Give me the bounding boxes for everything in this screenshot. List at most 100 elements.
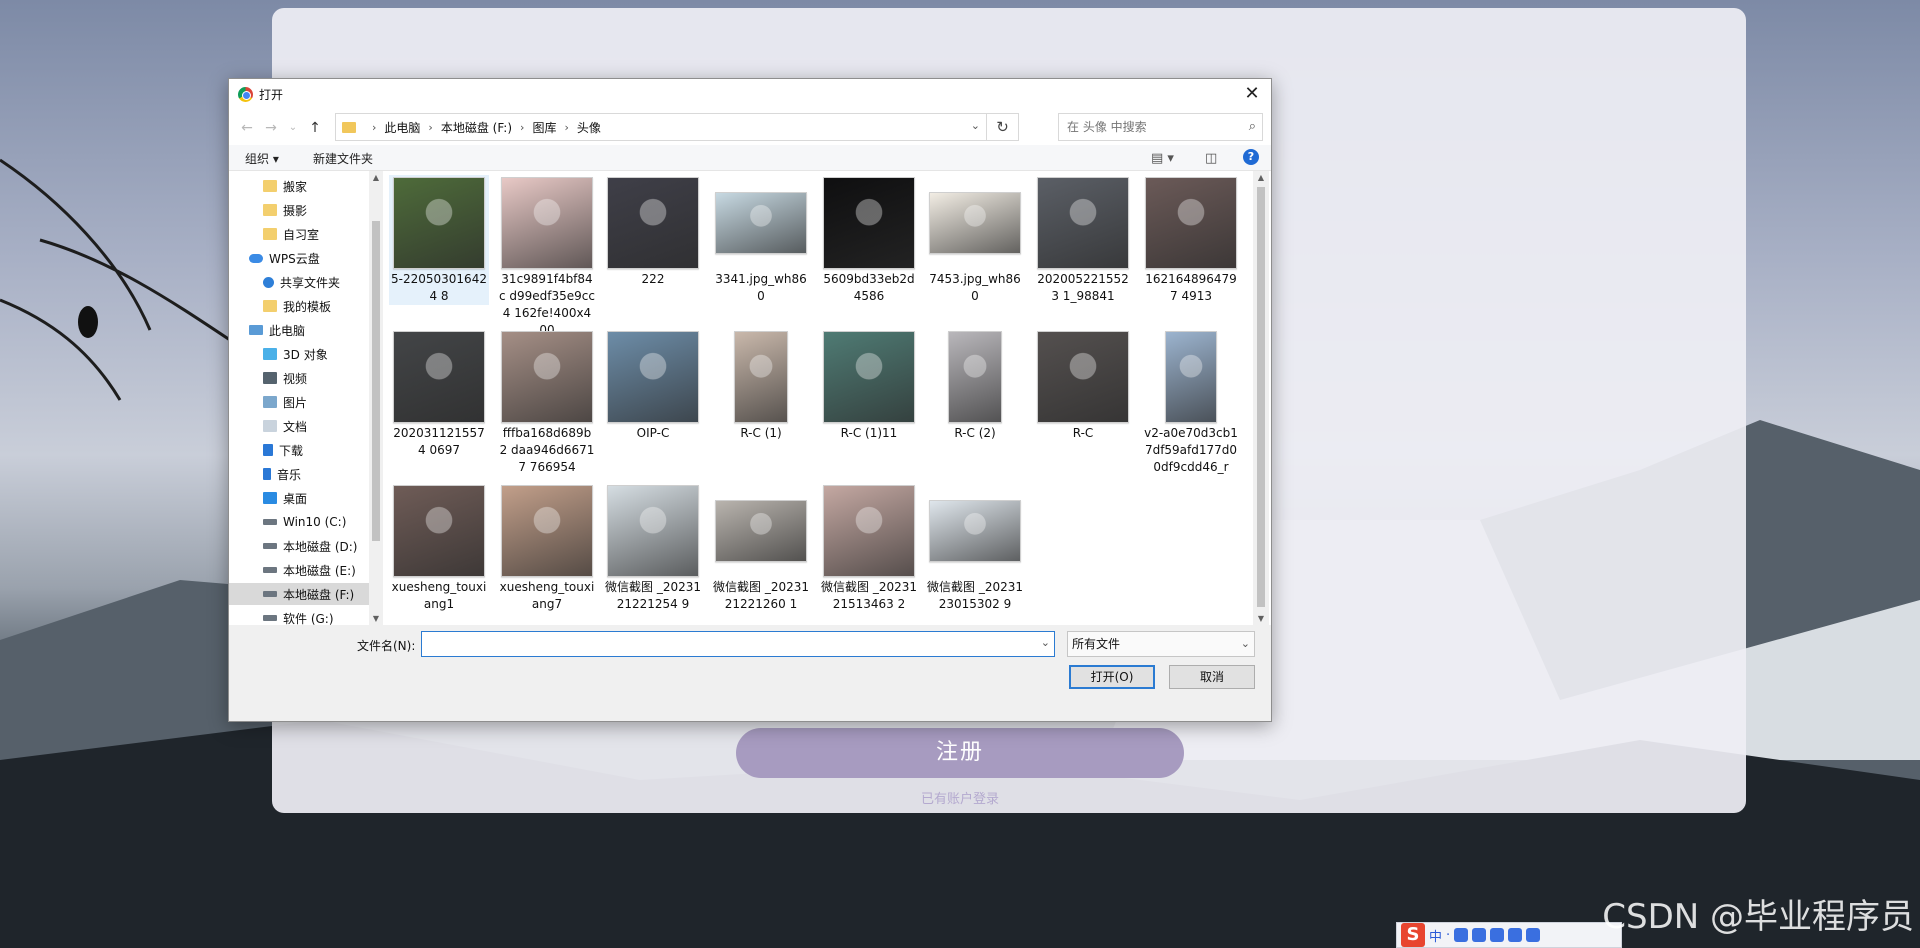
file-item[interactable]: 微信截图 _2023121513463 2 [819, 483, 919, 613]
sidebar-item[interactable]: 本地磁盘 (E:) [229, 559, 369, 581]
sidebar-item[interactable]: 图片 [229, 391, 369, 413]
file-thumbnail-frame [925, 329, 1025, 425]
register-button[interactable]: 注册 [736, 728, 1184, 778]
search-icon[interactable]: ⌕ [1249, 119, 1256, 134]
file-item[interactable]: 222 [603, 175, 703, 288]
organize-button[interactable]: 组织 ▾ [245, 150, 279, 167]
file-item[interactable]: 3341.jpg_wh860 [711, 175, 811, 305]
scroll-down-icon[interactable]: ▼ [1254, 614, 1268, 623]
chevron-down-icon[interactable]: ⌄ [1241, 632, 1250, 656]
file-item[interactable]: 微信截图 _2023121221254 9 [603, 483, 703, 613]
sidebar-item[interactable]: Win10 (C:) [229, 511, 369, 533]
file-list-scrollbar[interactable]: ▲ ▼ [1253, 171, 1269, 625]
new-folder-button[interactable]: 新建文件夹 [313, 150, 373, 167]
sidebar-item[interactable]: 本地磁盘 (F:) [229, 583, 369, 605]
back-arrow-icon[interactable]: ← [237, 117, 257, 139]
chrome-icon [238, 86, 253, 102]
ime-mode[interactable]: 中 [1429, 926, 1442, 945]
file-item[interactable]: v2-a0e70d3cb1 7df59afd177d0 0df9cdd46_r [1141, 329, 1241, 476]
sidebar-item[interactable]: 此电脑 [229, 319, 369, 341]
file-item[interactable]: 2020052215523 1_98841 [1033, 175, 1133, 305]
sogou-logo-icon[interactable]: S [1401, 923, 1425, 947]
file-name: 2020311215574 0697 [393, 426, 485, 457]
sidebar-item[interactable]: 文档 [229, 415, 369, 437]
file-name: 3341.jpg_wh860 [715, 272, 807, 303]
sidebar-item[interactable]: 下载 [229, 439, 369, 461]
up-arrow-icon[interactable]: ↑ [305, 117, 325, 139]
skin-icon[interactable] [1490, 928, 1505, 942]
file-thumbnail-frame [497, 175, 597, 271]
ime-toolbar[interactable]: S 中 · [1396, 922, 1622, 948]
ime-punctuation[interactable]: · [1446, 928, 1450, 943]
drive-icon [263, 615, 277, 621]
breadcrumb-this-pc[interactable]: 此电脑 [384, 119, 420, 136]
sidebar-item[interactable]: 音乐 [229, 463, 369, 485]
search-box[interactable]: ⌕ [1058, 113, 1263, 141]
address-bar[interactable]: › 此电脑 › 本地磁盘 (F:) › 图库 › 头像 ⌄ [335, 113, 987, 141]
search-input[interactable] [1067, 120, 1237, 134]
settings-icon[interactable] [1526, 928, 1541, 942]
file-item[interactable]: R-C (2) [925, 329, 1025, 442]
breadcrumb-drive-f[interactable]: 本地磁盘 (F:) [441, 119, 512, 136]
image-thumbnail [715, 500, 807, 562]
file-item[interactable]: 5609bd33eb2d 4586 [819, 175, 919, 305]
file-thumbnail-frame [497, 329, 597, 425]
chevron-down-icon[interactable]: ⌄ [971, 119, 980, 132]
login-link[interactable]: 已有账户登录 [860, 788, 1060, 807]
file-item[interactable]: OIP-C [603, 329, 703, 442]
scroll-down-icon[interactable]: ▼ [369, 614, 383, 623]
sidebar-item[interactable]: WPS云盘 [229, 247, 369, 269]
recent-locations-icon[interactable]: ⌄ [283, 117, 303, 139]
breadcrumb-avatar[interactable]: 头像 [577, 119, 601, 136]
sidebar-item[interactable]: 搬家 [229, 175, 369, 197]
file-item[interactable]: xuesheng_touxi ang7 [497, 483, 597, 613]
sidebar-item[interactable]: 自习室 [229, 223, 369, 245]
chevron-down-icon[interactable]: ⌄ [1041, 636, 1050, 649]
file-item[interactable]: R-C (1) [711, 329, 811, 442]
open-button[interactable]: 打开(O) [1069, 665, 1155, 689]
keyboard-icon[interactable] [1472, 928, 1487, 942]
view-options-icon[interactable]: ▤ ▾ [1151, 151, 1174, 166]
image-thumbnail [393, 177, 485, 269]
breadcrumb-gallery[interactable]: 图库 [532, 119, 556, 136]
file-item[interactable]: xuesheng_touxi ang1 [389, 483, 489, 613]
file-item[interactable]: 微信截图 _2023123015302 9 [925, 483, 1025, 613]
file-thumbnail-frame [389, 175, 489, 271]
file-item[interactable]: 2020311215574 0697 [389, 329, 489, 459]
sidebar-item[interactable]: 软件 (G:) [229, 607, 369, 625]
sidebar-item-label: Win10 (C:) [283, 515, 347, 529]
toolbox-icon[interactable] [1508, 928, 1523, 942]
sidebar-item[interactable]: 桌面 [229, 487, 369, 509]
cube-icon [263, 348, 277, 360]
help-icon[interactable]: ? [1243, 149, 1259, 165]
scrollbar-thumb[interactable] [1257, 187, 1265, 607]
file-item[interactable]: 31c9891f4bf84c d99edf35e9cc4 162fe!400x4… [497, 175, 597, 339]
image-thumbnail [929, 500, 1021, 562]
file-item[interactable]: 微信截图 _2023121221260 1 [711, 483, 811, 613]
file-type-select[interactable]: 所有文件 ⌄ [1067, 631, 1255, 657]
file-thumbnail-frame [711, 483, 811, 579]
filename-input[interactable]: ⌄ [421, 631, 1055, 657]
refresh-icon[interactable]: ↻ [987, 113, 1019, 141]
cancel-button[interactable]: 取消 [1169, 665, 1255, 689]
navigation-pane-scrollbar[interactable]: ▲ ▼ [369, 171, 383, 625]
sidebar-item[interactable]: 我的模板 [229, 295, 369, 317]
file-item[interactable]: R-C (1)11 [819, 329, 919, 442]
forward-arrow-icon[interactable]: → [261, 117, 281, 139]
sidebar-item[interactable]: 摄影 [229, 199, 369, 221]
file-item[interactable]: 7453.jpg_wh860 [925, 175, 1025, 305]
scroll-up-icon[interactable]: ▲ [369, 173, 383, 182]
scrollbar-thumb[interactable] [372, 221, 380, 541]
file-item[interactable]: fffba168d689b2 daa946d66717 766954 [497, 329, 597, 476]
sidebar-item[interactable]: 本地磁盘 (D:) [229, 535, 369, 557]
file-item[interactable]: 5-220503016424 8 [389, 175, 489, 305]
scroll-up-icon[interactable]: ▲ [1254, 173, 1268, 182]
file-item[interactable]: R-C [1033, 329, 1133, 442]
close-button[interactable]: ✕ [1241, 83, 1263, 105]
sidebar-item[interactable]: 3D 对象 [229, 343, 369, 365]
sidebar-item[interactable]: 共享文件夹 [229, 271, 369, 293]
preview-pane-icon[interactable]: ◫ [1205, 151, 1217, 166]
microphone-icon[interactable] [1454, 928, 1469, 942]
sidebar-item[interactable]: 视频 [229, 367, 369, 389]
file-item[interactable]: 1621648964797 4913 [1141, 175, 1241, 305]
